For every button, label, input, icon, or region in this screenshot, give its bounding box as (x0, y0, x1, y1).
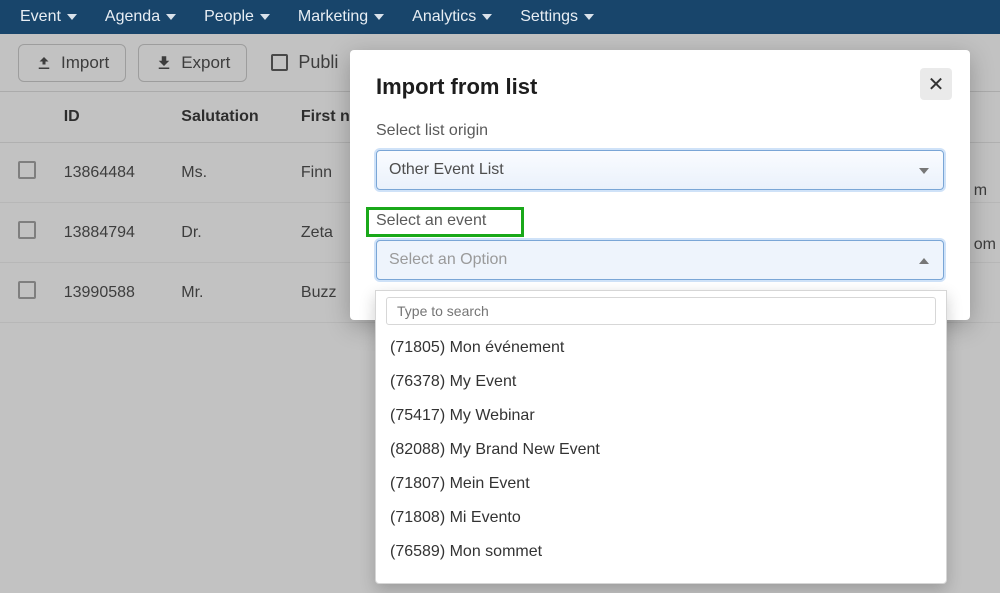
nav-label: Event (20, 8, 61, 26)
nav-agenda[interactable]: Agenda (105, 8, 176, 26)
nav-event[interactable]: Event (20, 8, 77, 26)
dropdown-option[interactable]: (71808) Mi Evento (386, 501, 936, 535)
close-icon: ✕ (928, 72, 945, 97)
select-event[interactable]: Select an Option (376, 240, 944, 280)
nav-marketing[interactable]: Marketing (298, 8, 384, 26)
chevron-down-icon (919, 168, 929, 174)
chevron-down-icon (482, 14, 492, 20)
select-placeholder: Select an Option (389, 251, 507, 269)
nav-label: People (204, 8, 254, 26)
modal-title: Import from list (376, 74, 944, 100)
dropdown-option[interactable]: (75417) My Webinar (386, 399, 936, 433)
label-select-event: Select an event (376, 212, 944, 230)
dropdown-option[interactable]: (76378) My Event (386, 365, 936, 399)
nav-settings[interactable]: Settings (520, 8, 594, 26)
nav-label: Analytics (412, 8, 476, 26)
select-value: Other Event List (389, 161, 504, 179)
chevron-down-icon (67, 14, 77, 20)
chevron-down-icon (584, 14, 594, 20)
nav-label: Marketing (298, 8, 368, 26)
top-nav: Event Agenda People Marketing Analytics … (0, 0, 1000, 34)
nav-label: Settings (520, 8, 578, 26)
chevron-down-icon (260, 14, 270, 20)
dropdown-option[interactable]: (82088) My Brand New Event (386, 433, 936, 467)
chevron-down-icon (374, 14, 384, 20)
dropdown-search-input[interactable] (386, 297, 936, 325)
dropdown-option[interactable]: (71807) Mein Event (386, 467, 936, 501)
nav-people[interactable]: People (204, 8, 270, 26)
chevron-up-icon (919, 258, 929, 264)
dropdown-option[interactable]: (76589) Mon sommet (386, 535, 936, 569)
nav-label: Agenda (105, 8, 160, 26)
close-button[interactable]: ✕ (920, 68, 952, 100)
select-list-origin[interactable]: Other Event List (376, 150, 944, 190)
dropdown-option[interactable]: (71805) Mon événement (386, 331, 936, 365)
label-list-origin: Select list origin (376, 122, 944, 140)
event-dropdown: (71805) Mon événement (76378) My Event (… (375, 290, 947, 584)
nav-analytics[interactable]: Analytics (412, 8, 492, 26)
label-text: Select an event (376, 212, 486, 229)
chevron-down-icon (166, 14, 176, 20)
import-modal: ✕ Import from list Select list origin Ot… (350, 50, 970, 320)
